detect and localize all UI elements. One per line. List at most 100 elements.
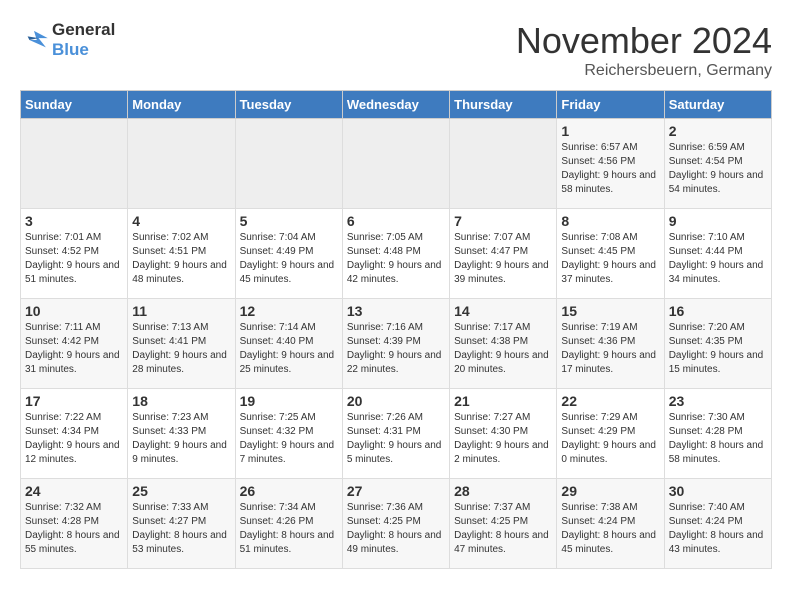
day-cell: 11Sunrise: 7:13 AM Sunset: 4:41 PM Dayli… bbox=[128, 299, 235, 389]
day-info: Sunrise: 7:36 AM Sunset: 4:25 PM Dayligh… bbox=[347, 501, 445, 557]
day-number: 3 bbox=[25, 213, 123, 229]
day-cell: 15 Sunrise: 7:19 AM Sunset: 4:36 PM Dayli… bbox=[557, 299, 664, 389]
day-info: Sunrise: 7:19 AM Sunset: 4:36 PM Dayligh… bbox=[561, 321, 659, 377]
day-number: 14 bbox=[454, 303, 552, 319]
logo-icon bbox=[20, 29, 48, 51]
month-title: November 2024 bbox=[516, 20, 772, 62]
day-info: Sunrise: 7:05 AM Sunset: 4:48 PM Dayligh… bbox=[347, 231, 445, 287]
day-number: 25 bbox=[132, 483, 230, 499]
day-info: Sunrise: 7:08 AM Sunset: 4:45 PM Dayligh… bbox=[561, 231, 659, 287]
day-info: Sunrise: 7:34 AM Sunset: 4:26 PM Dayligh… bbox=[240, 501, 338, 557]
day-cell: 24 Sunrise: 7:32 AM Sunset: 4:28 PM Dayli… bbox=[21, 479, 128, 569]
day-cell: 3 Sunrise: 7:01 AM Sunset: 4:52 PM Daylig… bbox=[21, 209, 128, 299]
day-info: Sunrise: 6:59 AM Sunset: 4:54 PM Dayligh… bbox=[669, 141, 767, 197]
day-cell: 2 Sunrise: 6:59 AM Sunset: 4:54 PM Daylig… bbox=[664, 119, 771, 209]
day-info: Sunrise: 7:38 AM Sunset: 4:24 PM Dayligh… bbox=[561, 501, 659, 557]
day-number: 23 bbox=[669, 393, 767, 409]
col-header-wednesday: Wednesday bbox=[342, 91, 449, 119]
week-row-1: 1 Sunrise: 6:57 AM Sunset: 4:56 PM Daylig… bbox=[21, 119, 772, 209]
day-cell: 12 Sunrise: 7:14 AM Sunset: 4:40 PM Dayli… bbox=[235, 299, 342, 389]
day-cell: 10 Sunrise: 7:11 AM Sunset: 4:42 PM Dayli… bbox=[21, 299, 128, 389]
day-number: 30 bbox=[669, 483, 767, 499]
week-row-3: 10 Sunrise: 7:11 AM Sunset: 4:42 PM Dayli… bbox=[21, 299, 772, 389]
day-number: 27 bbox=[347, 483, 445, 499]
day-info: Sunrise: 7:01 AM Sunset: 4:52 PM Dayligh… bbox=[25, 231, 123, 287]
day-info: Sunrise: 7:32 AM Sunset: 4:28 PM Dayligh… bbox=[25, 501, 123, 557]
col-header-monday: Monday bbox=[128, 91, 235, 119]
day-number: 13 bbox=[347, 303, 445, 319]
col-header-tuesday: Tuesday bbox=[235, 91, 342, 119]
day-cell: 13 Sunrise: 7:16 AM Sunset: 4:39 PM Dayli… bbox=[342, 299, 449, 389]
logo: General Blue bbox=[20, 20, 115, 59]
location-subtitle: Reichersbeuern, Germany bbox=[516, 62, 772, 80]
day-info: Sunrise: 7:33 AM Sunset: 4:27 PM Dayligh… bbox=[132, 501, 230, 557]
day-cell: 8 Sunrise: 7:08 AM Sunset: 4:45 PM Daylig… bbox=[557, 209, 664, 299]
day-number: 24 bbox=[25, 483, 123, 499]
day-info: Sunrise: 7:22 AM Sunset: 4:34 PM Dayligh… bbox=[25, 411, 123, 467]
day-number: 6 bbox=[347, 213, 445, 229]
day-cell: 18Sunrise: 7:23 AM Sunset: 4:33 PM Dayli… bbox=[128, 389, 235, 479]
day-info: Sunrise: 7:17 AM Sunset: 4:38 PM Dayligh… bbox=[454, 321, 552, 377]
day-number: 2 bbox=[669, 123, 767, 139]
day-info: Sunrise: 7:10 AM Sunset: 4:44 PM Dayligh… bbox=[669, 231, 767, 287]
day-cell bbox=[128, 119, 235, 209]
day-cell: 28 Sunrise: 7:37 AM Sunset: 4:25 PM Dayli… bbox=[450, 479, 557, 569]
day-number: 12 bbox=[240, 303, 338, 319]
day-info: Sunrise: 7:07 AM Sunset: 4:47 PM Dayligh… bbox=[454, 231, 552, 287]
col-header-thursday: Thursday bbox=[450, 91, 557, 119]
day-cell: 1 Sunrise: 6:57 AM Sunset: 4:56 PM Daylig… bbox=[557, 119, 664, 209]
day-number: 21 bbox=[454, 393, 552, 409]
day-cell: 26 Sunrise: 7:34 AM Sunset: 4:26 PM Dayli… bbox=[235, 479, 342, 569]
day-info: Sunrise: 7:13 AM Sunset: 4:41 PM Dayligh… bbox=[132, 321, 230, 377]
day-cell: 21Sunrise: 7:27 AM Sunset: 4:30 PM Dayli… bbox=[450, 389, 557, 479]
day-info: Sunrise: 7:30 AM Sunset: 4:28 PM Dayligh… bbox=[669, 411, 767, 467]
day-cell: 27 Sunrise: 7:36 AM Sunset: 4:25 PM Dayli… bbox=[342, 479, 449, 569]
day-cell: 5 Sunrise: 7:04 AM Sunset: 4:49 PM Daylig… bbox=[235, 209, 342, 299]
day-cell: 9 Sunrise: 7:10 AM Sunset: 4:44 PM Daylig… bbox=[664, 209, 771, 299]
day-cell: 4 Sunrise: 7:02 AM Sunset: 4:51 PM Daylig… bbox=[128, 209, 235, 299]
col-header-sunday: Sunday bbox=[21, 91, 128, 119]
col-header-friday: Friday bbox=[557, 91, 664, 119]
day-cell bbox=[235, 119, 342, 209]
day-cell bbox=[450, 119, 557, 209]
day-info: Sunrise: 7:26 AM Sunset: 4:31 PM Dayligh… bbox=[347, 411, 445, 467]
day-cell: 6 Sunrise: 7:05 AM Sunset: 4:48 PM Daylig… bbox=[342, 209, 449, 299]
day-info: Sunrise: 7:02 AM Sunset: 4:51 PM Dayligh… bbox=[132, 231, 230, 287]
day-cell bbox=[21, 119, 128, 209]
day-info: Sunrise: 7:29 AM Sunset: 4:29 PM Dayligh… bbox=[561, 411, 659, 467]
day-number: 29 bbox=[561, 483, 659, 499]
day-cell: 30Sunrise: 7:40 AM Sunset: 4:24 PM Dayli… bbox=[664, 479, 771, 569]
day-number: 5 bbox=[240, 213, 338, 229]
day-info: Sunrise: 7:16 AM Sunset: 4:39 PM Dayligh… bbox=[347, 321, 445, 377]
day-info: Sunrise: 7:37 AM Sunset: 4:25 PM Dayligh… bbox=[454, 501, 552, 557]
day-info: Sunrise: 6:57 AM Sunset: 4:56 PM Dayligh… bbox=[561, 141, 659, 197]
day-number: 26 bbox=[240, 483, 338, 499]
day-cell: 29 Sunrise: 7:38 AM Sunset: 4:24 PM Dayli… bbox=[557, 479, 664, 569]
day-cell: 7 Sunrise: 7:07 AM Sunset: 4:47 PM Daylig… bbox=[450, 209, 557, 299]
day-number: 7 bbox=[454, 213, 552, 229]
day-number: 8 bbox=[561, 213, 659, 229]
week-row-4: 17Sunrise: 7:22 AM Sunset: 4:34 PM Dayli… bbox=[21, 389, 772, 479]
day-number: 16 bbox=[669, 303, 767, 319]
day-number: 15 bbox=[561, 303, 659, 319]
day-info: Sunrise: 7:04 AM Sunset: 4:49 PM Dayligh… bbox=[240, 231, 338, 287]
day-info: Sunrise: 7:11 AM Sunset: 4:42 PM Dayligh… bbox=[25, 321, 123, 377]
day-cell: 17Sunrise: 7:22 AM Sunset: 4:34 PM Dayli… bbox=[21, 389, 128, 479]
day-number: 10 bbox=[25, 303, 123, 319]
col-header-saturday: Saturday bbox=[664, 91, 771, 119]
day-info: Sunrise: 7:14 AM Sunset: 4:40 PM Dayligh… bbox=[240, 321, 338, 377]
day-number: 9 bbox=[669, 213, 767, 229]
day-cell: 20 Sunrise: 7:26 AM Sunset: 4:31 PM Dayli… bbox=[342, 389, 449, 479]
day-number: 18 bbox=[132, 393, 230, 409]
header-row: SundayMondayTuesdayWednesdayThursdayFrid… bbox=[21, 91, 772, 119]
day-cell: 23 Sunrise: 7:30 AM Sunset: 4:28 PM Dayli… bbox=[664, 389, 771, 479]
day-number: 20 bbox=[347, 393, 445, 409]
day-number: 4 bbox=[132, 213, 230, 229]
week-row-2: 3 Sunrise: 7:01 AM Sunset: 4:52 PM Daylig… bbox=[21, 209, 772, 299]
day-cell: 16Sunrise: 7:20 AM Sunset: 4:35 PM Dayli… bbox=[664, 299, 771, 389]
day-cell: 19Sunrise: 7:25 AM Sunset: 4:32 PM Dayli… bbox=[235, 389, 342, 479]
day-info: Sunrise: 7:25 AM Sunset: 4:32 PM Dayligh… bbox=[240, 411, 338, 467]
week-row-5: 24 Sunrise: 7:32 AM Sunset: 4:28 PM Dayli… bbox=[21, 479, 772, 569]
day-number: 28 bbox=[454, 483, 552, 499]
day-number: 1 bbox=[561, 123, 659, 139]
